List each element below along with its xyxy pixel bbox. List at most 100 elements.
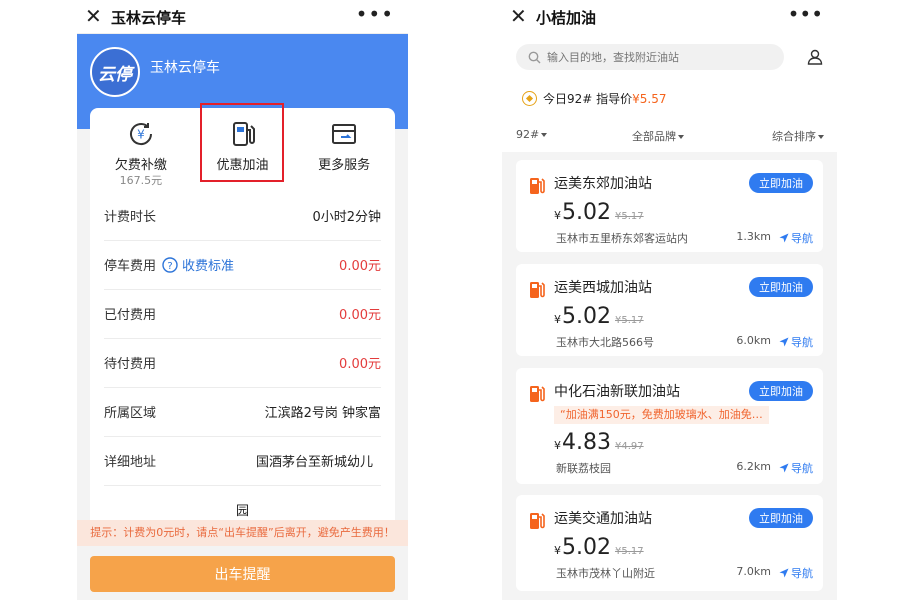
fuel-pump-icon <box>530 513 545 529</box>
yen-sign: ¥ <box>554 313 561 326</box>
search-bar[interactable] <box>516 44 784 70</box>
service-label: 更多服务 <box>318 158 371 173</box>
fee-standard-label: 收费标准 <box>182 259 235 274</box>
area-row: 所属区域 江滨路2号岗 钟家富 <box>104 388 381 437</box>
navigate-arrow-icon <box>779 233 789 243</box>
pending-row: 待付费用 0.00元 <box>104 339 381 388</box>
fuel-pump-icon <box>530 282 545 298</box>
parking-info-list: 计费时长 0小时2分钟 停车费用 ? 收费标准 0.00元 已付费用 0.00元… <box>90 192 395 535</box>
station-card[interactable]: 运美交通加油站 立即加油 ¥5.02 ¥5.17 玉林市茂林丫山附近 7.0km … <box>516 495 823 591</box>
navigate-arrow-icon <box>779 568 789 578</box>
refuel-button[interactable]: 立即加油 <box>749 508 813 528</box>
navigate-label: 导航 <box>791 567 813 580</box>
service-more[interactable]: 更多服务 <box>293 108 395 192</box>
navigate-link[interactable]: 导航 <box>779 565 813 581</box>
navigate-label: 导航 <box>791 462 813 475</box>
app-title: 玉林云停车 <box>111 9 187 27</box>
service-arrears[interactable]: ¥ 欠费补缴 167.5元 <box>90 108 192 192</box>
refuel-button[interactable]: 立即加油 <box>749 277 813 297</box>
station-card[interactable]: 运美西城加油站 立即加油 ¥5.02 ¥5.17 玉林市大北路566号 6.0km… <box>516 264 823 356</box>
station-distance: 6.2km <box>736 460 771 473</box>
promo-tag: “加油满150元，免费加玻璃水、加油免… <box>554 406 769 424</box>
fuel-filter[interactable]: 92# <box>516 128 547 141</box>
station-name: 运美东郊加油站 <box>554 176 652 192</box>
refuel-button[interactable]: 立即加油 <box>749 381 813 401</box>
app-logo: 云停 <box>90 47 140 97</box>
brand-filter[interactable]: 全部品牌 <box>632 128 684 144</box>
brand-name: 玉林云停车 <box>150 60 220 76</box>
station-address: 玉林市五里桥东郊客运站内 <box>556 232 688 245</box>
old-price: ¥5.17 <box>614 546 644 557</box>
station-card[interactable]: 中化石油新联加油站 立即加油 “加油满150元，免费加玻璃水、加油免… ¥4.8… <box>516 368 823 484</box>
paid-row: 已付费用 0.00元 <box>104 290 381 339</box>
refuel-button[interactable]: 立即加油 <box>749 173 813 193</box>
service-label: 欠费补缴 <box>114 158 167 173</box>
row-value: 江滨路2号岗 钟家富 <box>264 406 381 421</box>
navigate-link[interactable]: 导航 <box>779 230 813 246</box>
station-name: 运美西城加油站 <box>554 280 652 296</box>
row-label: 计费时长 <box>104 210 157 225</box>
top-bar: ✕ 玉林云停车 ••• <box>77 0 408 34</box>
more-icon[interactable]: ••• <box>356 2 394 26</box>
parking-app-panel: ✕ 玉林云停车 ••• 云停 玉林云停车 ¥ 欠费补缴 167.5元 优惠加油 <box>77 0 408 600</box>
station-distance: 6.0km <box>736 334 771 347</box>
close-icon[interactable]: ✕ <box>85 4 102 28</box>
station-distance: 7.0km <box>736 565 771 578</box>
navigate-label: 导航 <box>791 336 813 349</box>
address-row: 详细地址 国酒茅台至新城幼儿 <box>104 437 381 486</box>
row-label: 待付费用 <box>104 357 157 372</box>
row-value: 0小时2分钟 <box>312 210 381 225</box>
station-address: 玉林市大北路566号 <box>556 336 654 349</box>
station-distance: 1.3km <box>736 230 771 243</box>
service-card: ¥ 欠费补缴 167.5元 优惠加油 更多服务 <box>90 103 395 192</box>
old-price: ¥5.17 <box>614 211 644 222</box>
old-price: ¥5.17 <box>614 315 644 326</box>
navigate-link[interactable]: 导航 <box>779 460 813 476</box>
old-price: ¥4.97 <box>614 441 644 452</box>
row-label: 详细地址 <box>104 455 157 470</box>
yen-refresh-icon: ¥ <box>129 123 152 146</box>
guide-price-line: 今日92# 指导价 ¥5.57 <box>522 90 667 107</box>
more-icon[interactable]: ••• <box>788 2 823 26</box>
row-label: 所属区域 <box>104 406 157 421</box>
top-bar: ✕ 小桔加油 ••• <box>502 0 837 34</box>
station-name: 中化石油新联加油站 <box>554 384 680 400</box>
sort-filter[interactable]: 综合排序 <box>772 128 824 144</box>
filter-bar: 92# 全部品牌 综合排序 <box>502 128 837 148</box>
svg-text:¥: ¥ <box>137 128 145 142</box>
row-value: 园 <box>235 504 249 519</box>
station-price: ¥5.02 ¥5.17 <box>554 535 644 560</box>
station-address: 新联荔枝园 <box>556 462 611 475</box>
row-value: 0.00元 <box>339 308 381 323</box>
arrears-amount: 167.5元 <box>119 174 163 187</box>
row-value: 国酒茅台至新城幼儿 <box>255 455 373 470</box>
navigate-link[interactable]: 导航 <box>779 334 813 350</box>
user-icon[interactable] <box>807 49 823 65</box>
row-label: 停车费用 <box>104 259 157 274</box>
duration-row: 计费时长 0小时2分钟 <box>104 192 381 241</box>
station-price: ¥5.02 ¥5.17 <box>554 304 644 329</box>
fee-standard-link[interactable]: ? 收费标准 <box>162 255 234 274</box>
tip-banner: 提示：计费为0元时，请点“出车提醒”后离开，避免产生费用！ <box>77 520 408 546</box>
station-address: 玉林市茂林丫山附近 <box>556 567 655 580</box>
svg-text:?: ? <box>167 261 172 272</box>
search-input[interactable] <box>547 50 767 64</box>
price-value: 5.02 <box>562 304 611 329</box>
station-price: ¥5.02 ¥5.17 <box>554 200 644 225</box>
close-icon[interactable]: ✕ <box>510 4 527 28</box>
yen-sign: ¥ <box>554 544 561 557</box>
station-price: ¥4.83 ¥4.97 <box>554 430 644 455</box>
fee-row: 停车费用 ? 收费标准 0.00元 <box>104 241 381 290</box>
fuel-pump-icon <box>530 178 545 194</box>
row-label: 已付费用 <box>104 308 157 323</box>
row-value: 0.00元 <box>339 259 381 274</box>
navigate-arrow-icon <box>779 463 789 473</box>
station-card[interactable]: 运美东郊加油站 立即加油 ¥5.02 ¥5.17 玉林市五里桥东郊客运站内 1.3… <box>516 160 823 252</box>
fuel-app-panel: ✕ 小桔加油 ••• 今日92# 指导价 ¥5.57 92# 全部品牌 综合排序 <box>502 0 837 600</box>
exit-reminder-button[interactable]: 出车提醒 <box>90 556 395 592</box>
guide-label: 今日92# 指导价 <box>543 92 633 106</box>
highlight-box <box>200 103 284 182</box>
price-value: 4.83 <box>562 430 611 455</box>
coin-icon <box>522 91 537 106</box>
station-name: 运美交通加油站 <box>554 511 652 527</box>
